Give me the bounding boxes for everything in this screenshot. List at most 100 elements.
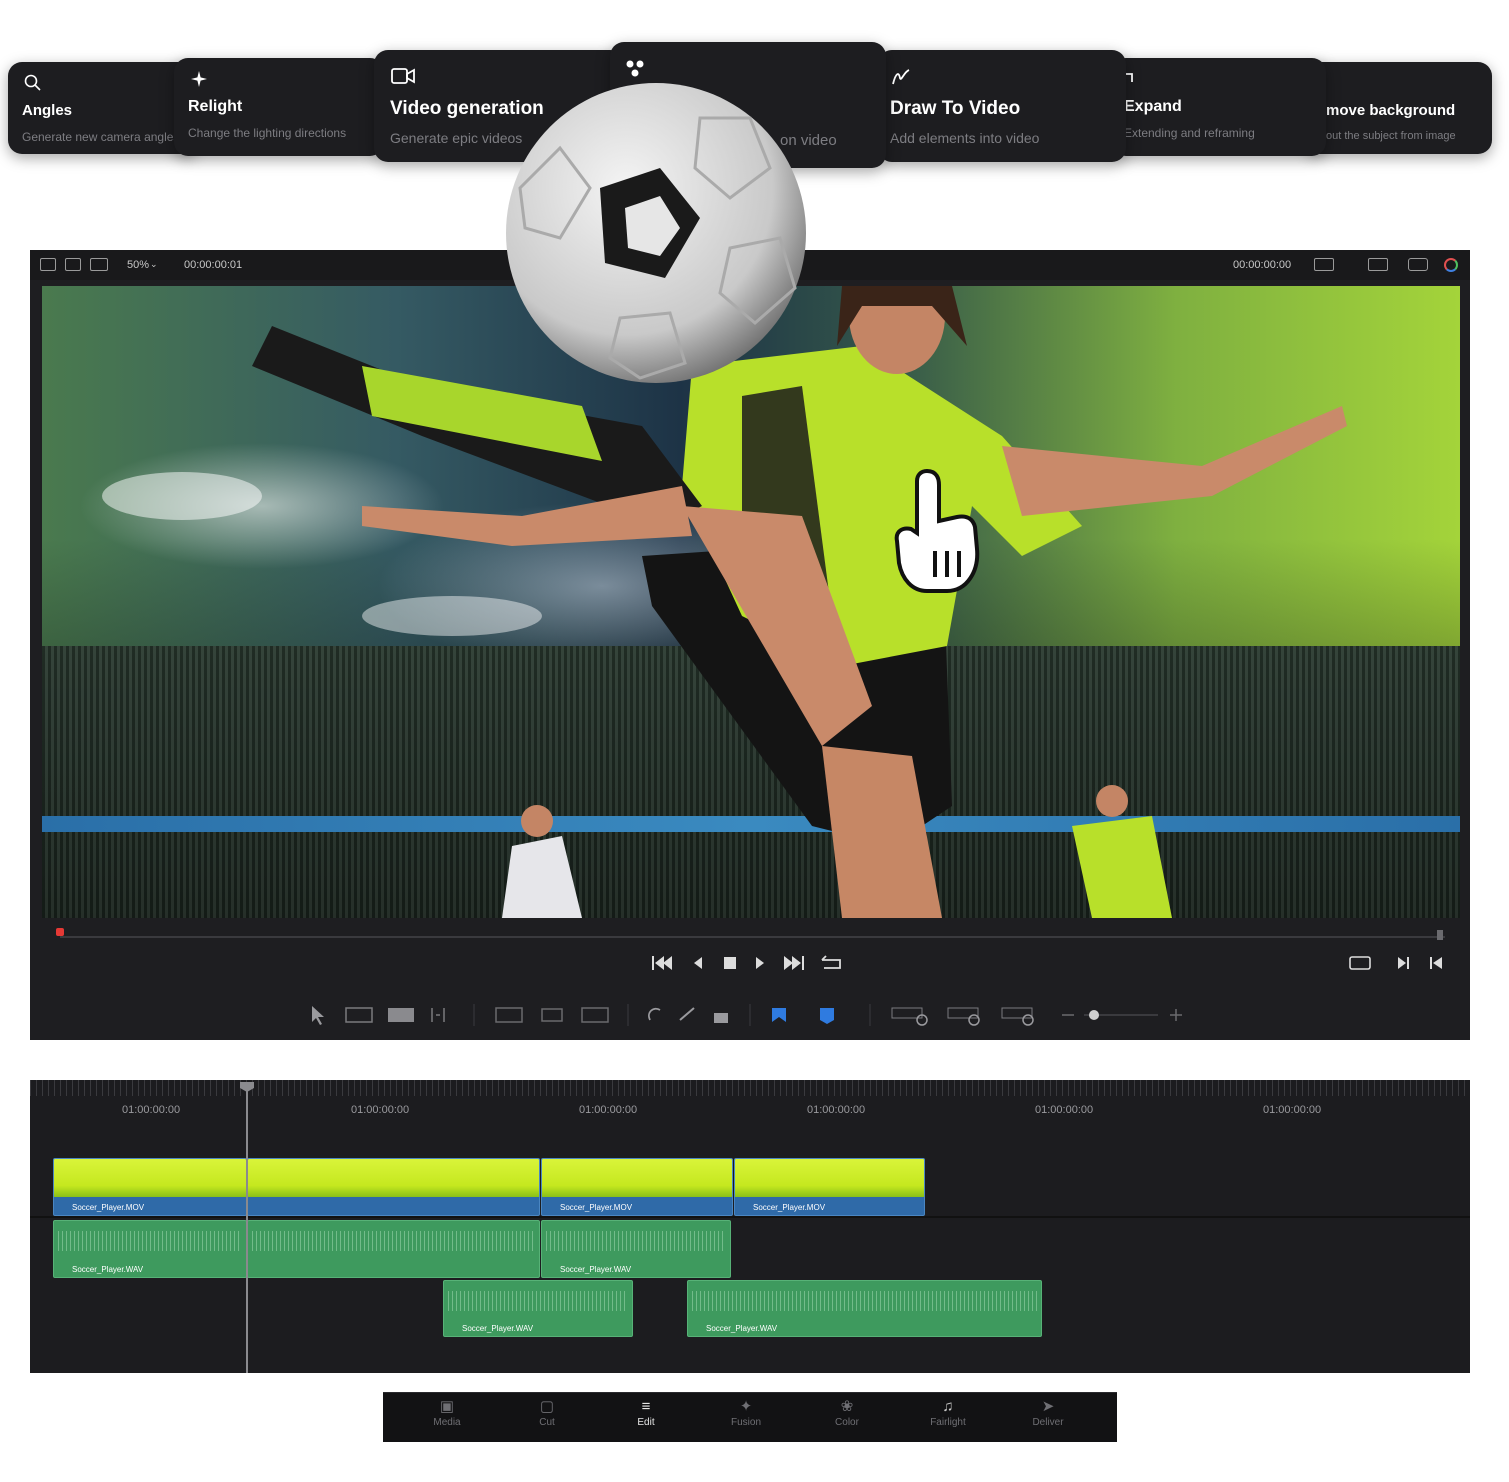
transport-controls [652,955,841,970]
edit-toolbar [312,1004,1182,1026]
audio-clip[interactable]: Soccer_Player.WAV [53,1220,247,1278]
video-clip[interactable] [247,1158,540,1216]
feature-card-remove-background[interactable]: move background out the subject from ima… [1306,62,1492,154]
play-icon [756,957,764,969]
playhead-marker[interactable] [56,928,64,936]
card-title: Draw To Video [890,98,1021,119]
fusion-icon: ✦ [739,1398,753,1415]
card-subtitle: Extending and reframing [1124,126,1255,140]
scrubber-track[interactable] [60,936,1445,938]
viewer-right-controls [1349,956,1442,970]
video-clip[interactable]: Soccer_Player.MOV [541,1158,733,1216]
color-icon: ❀ [840,1398,854,1415]
timecode-label: 01:00:00:00 [579,1104,638,1116]
feature-card-relight[interactable]: Relight Change the lighting directions [174,58,384,156]
skip-forward-icon [784,956,804,970]
image-icon[interactable] [40,258,56,271]
dock-label: Color [835,1417,859,1428]
dock-fairlight[interactable]: ♫ Fairlight [918,1397,978,1428]
lock-icon [714,1013,728,1023]
page-dock: ▣ Media ▢ Cut ≡ Edit ✦ Fusion ❀ Color ♫ Fairli… [383,1392,1117,1442]
timecode-label: 01:00:00:00 [807,1104,866,1116]
dock-media[interactable]: ▣ Media [417,1397,477,1428]
snapping-icon [648,1007,661,1021]
dock-label: Cut [539,1417,555,1428]
video-clip[interactable]: Soccer_Player.MOV [53,1158,247,1216]
timecode-right: 00:00:00:00 [1233,259,1292,271]
feature-card-draw-to-video[interactable]: Draw To Video Add elements into video [878,50,1126,162]
skip-back-icon [652,956,672,970]
card-subtitle: Add elements into video [890,130,1040,146]
clip-label: Soccer_Player.WAV [462,1324,534,1333]
card-title: Expand [1124,98,1182,115]
cut-icon: ▢ [539,1398,555,1415]
clip-label: Soccer_Player.MOV [753,1203,826,1212]
chevron-down-icon[interactable]: ⌄ [150,259,158,270]
clip-label: Soccer_Player.WAV [706,1324,778,1333]
dock-color[interactable]: ❀ Color [817,1397,877,1428]
image-icon[interactable] [65,258,81,271]
card-title: Relight [188,98,243,115]
rocket-icon: ➤ [1041,1398,1055,1415]
dock-label: Fairlight [930,1417,966,1428]
screen-icon[interactable] [1314,258,1334,271]
timecode-left: 00:00:00:01 [184,259,243,271]
dots-icon [626,60,644,77]
prev-frame-icon [1430,957,1432,969]
timeline-panel: 01:00:00:00 01:00:00:00 01:00:00:00 01:0… [30,1080,1470,1373]
marker-icon [820,1008,834,1024]
link-icon [679,1007,695,1021]
dock-fusion[interactable]: ✦ Fusion [716,1397,776,1428]
timecode-label: 01:00:00:00 [1263,1104,1322,1116]
clip-label: Soccer_Player.MOV [72,1203,145,1212]
play-reverse-icon [694,957,702,969]
timeline-playhead[interactable] [246,1082,248,1373]
edit-icon: ≡ [641,1398,651,1415]
soccer-ball-image [506,83,806,383]
video-camera-icon [391,68,415,84]
layout-icon[interactable] [90,258,108,271]
color-wheel-icon[interactable] [1444,258,1458,272]
next-frame-icon [1398,957,1406,969]
video-clip[interactable]: Soccer_Player.MOV [734,1158,925,1216]
music-note-icon: ♫ [942,1398,954,1415]
end-marker[interactable] [1437,930,1443,940]
loop-icon [821,955,841,969]
dock-label: Media [433,1417,461,1428]
card-subtitle: Generate new camera angles [22,130,180,144]
fullscreen-icon [1349,956,1371,970]
clip-label: Soccer_Player.MOV [560,1203,633,1212]
dock-deliver[interactable]: ➤ Deliver [1018,1397,1078,1428]
zoom-select[interactable]: 50% [127,259,149,271]
audio-clip[interactable]: Soccer_Player.WAV [687,1280,1042,1337]
trim-icon [345,1007,373,1023]
feature-card-expand[interactable]: Expand Extending and reframing [1112,58,1326,156]
zoom-in-icon [1170,1009,1182,1021]
transform-icon[interactable] [1408,258,1428,271]
flag-icon [772,1008,786,1022]
timecode-label: 01:00:00:00 [1035,1104,1094,1116]
dock-edit[interactable]: ≡ Edit [616,1397,676,1428]
insert-icon [495,1007,523,1023]
zoom-slider-handle [1089,1010,1099,1020]
card-subtitle: Change the lighting directions [188,126,347,140]
card-title: Angles [22,102,73,119]
replace-icon [581,1007,609,1023]
pointer-icon [312,1006,324,1025]
audio-clip[interactable]: Soccer_Player.WAV [443,1280,633,1337]
audio-clip[interactable] [247,1220,540,1278]
dock-label: Deliver [1032,1417,1064,1428]
clip-label: Soccer_Player.WAV [560,1265,632,1274]
timecode-label: 01:00:00:00 [122,1104,181,1116]
overwrite-icon [541,1008,563,1022]
dock-cut[interactable]: ▢ Cut [517,1397,577,1428]
feature-card-angles[interactable]: Angles Generate new camera angles [8,62,198,154]
search-icon [24,74,41,91]
monitor-icon[interactable] [1368,258,1388,271]
blade-icon [431,1008,445,1022]
audio-clip[interactable]: Soccer_Player.WAV [541,1220,731,1278]
zoom-detail-icon [947,1007,980,1026]
dynamic-trim-icon [388,1008,414,1022]
clip-label: Soccer_Player.WAV [72,1265,144,1274]
dock-label: Fusion [730,1417,761,1428]
